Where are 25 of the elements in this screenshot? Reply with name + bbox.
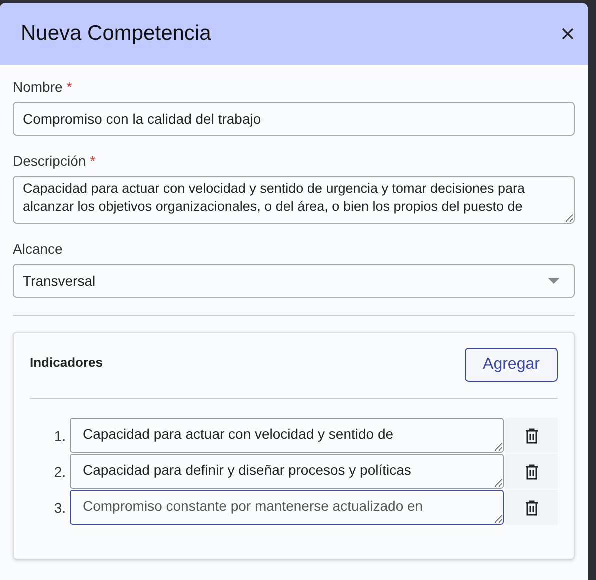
indicator-field[interactable]: Capacidad para actuar con velocidad y sentido de bbox=[70, 418, 504, 453]
item-number: 1. bbox=[53, 428, 67, 444]
delete-button[interactable] bbox=[505, 454, 558, 489]
field-label: Nombre bbox=[13, 79, 63, 95]
trash-icon bbox=[524, 464, 538, 480]
indicator-field[interactable]: Compromiso constante por mantenerse actualizado en bbox=[70, 490, 504, 525]
required-mark: * bbox=[90, 153, 96, 169]
indicator-field[interactable]: Capacidad para definir y diseñar procesos y políticas bbox=[70, 454, 504, 489]
trash-icon bbox=[524, 500, 538, 516]
scope-dropdown[interactable]: Transversal bbox=[13, 264, 575, 298]
item-number: 3. bbox=[53, 500, 67, 516]
section-title: Indicadores bbox=[30, 355, 103, 370]
required-mark: * bbox=[66, 79, 72, 95]
trash-icon bbox=[524, 428, 538, 444]
caret-icon bbox=[548, 278, 560, 284]
field-label: Alcance bbox=[13, 241, 63, 257]
field-label: Descripción bbox=[13, 153, 86, 169]
close-icon[interactable] bbox=[561, 27, 575, 41]
name-field[interactable]: Compromiso con la calidad del trabajo bbox=[13, 102, 575, 136]
description-field[interactable]: Capacidad para actuar con velocidad y sentido de urgencia y tomar decisiones para alcanzar los objetivos organizacionales, o del área, o bien los propios del puesto de bbox=[13, 176, 575, 224]
add-button[interactable]: Agregar bbox=[465, 348, 558, 382]
delete-button[interactable] bbox=[505, 418, 558, 453]
item-number: 2. bbox=[53, 464, 67, 480]
delete-button[interactable] bbox=[505, 490, 558, 525]
dialog-title: Nueva Competencia bbox=[21, 22, 212, 46]
